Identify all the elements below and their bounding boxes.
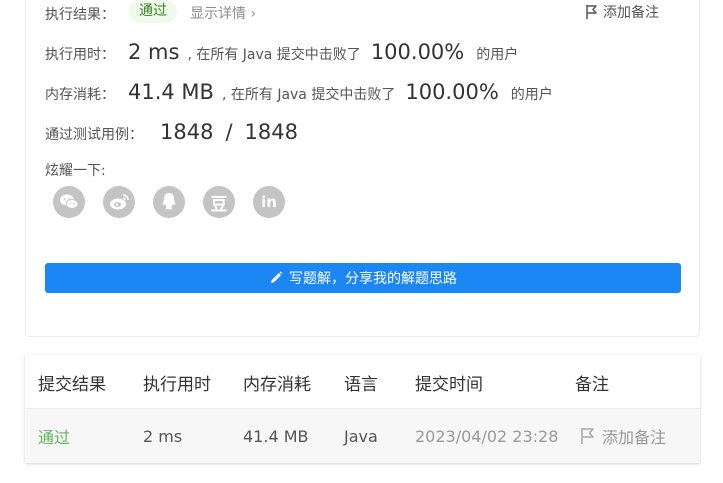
- wechat-icon[interactable]: [53, 186, 85, 218]
- runtime-row: 执行用时： 2 ms , 在所有 Java 提交中击败了 100.00% 的用户: [45, 40, 518, 64]
- memory-row: 内存消耗： 41.4 MB , 在所有 Java 提交中击败了 100.00% …: [45, 80, 553, 104]
- flag-icon: [581, 428, 594, 444]
- header-runtime: 执行用时: [143, 374, 211, 395]
- table-header: 提交结果 执行用时 内存消耗 语言 提交时间 备注: [25, 355, 700, 409]
- show-details-label: 显示详情: [190, 6, 246, 22]
- header-time: 提交时间: [415, 374, 483, 395]
- status-badge: 通过: [129, 0, 177, 23]
- testcases-total: 1848: [244, 120, 298, 144]
- row-add-note-button[interactable]: 添加备注: [580, 409, 666, 463]
- memory-label: 内存消耗：: [45, 87, 115, 103]
- share-buttons: 豆 in: [53, 186, 285, 218]
- memory-percent: 100.00%: [405, 80, 499, 104]
- header-memory: 内存消耗: [243, 374, 311, 395]
- submissions-table: 提交结果 执行用时 内存消耗 语言 提交时间 备注 通过 2 ms 41.4 M…: [25, 355, 700, 463]
- memory-suffix: 的用户: [510, 87, 553, 103]
- qq-icon[interactable]: [153, 186, 185, 218]
- memory-value: 41.4 MB: [128, 80, 214, 104]
- result-label: 执行结果：: [45, 7, 115, 23]
- pencil-icon: [271, 271, 283, 283]
- chevron-right-icon: ›: [250, 6, 257, 22]
- linkedin-icon[interactable]: in: [253, 186, 285, 218]
- douban-glyph: 豆: [210, 194, 228, 215]
- row-status-link[interactable]: 通过: [38, 409, 70, 463]
- write-solution-button[interactable]: 写题解，分享我的解题思路: [45, 263, 681, 293]
- douban-icon[interactable]: 豆: [203, 186, 235, 218]
- runtime-value: 2 ms: [128, 40, 180, 64]
- show-details-link[interactable]: 显示详情 ›: [190, 3, 256, 23]
- testcases-label: 通过测试用例：: [45, 127, 143, 143]
- table-row[interactable]: 通过 2 ms 41.4 MB Java 2023/04/02 23:28 添加…: [25, 409, 700, 463]
- share-label: 炫耀一下:: [45, 163, 106, 179]
- row-add-note-label: 添加备注: [602, 428, 667, 447]
- row-language: Java: [344, 426, 378, 446]
- header-status: 提交结果: [38, 374, 106, 395]
- runtime-beat-text: , 在所有 Java 提交中击败了: [187, 47, 361, 63]
- testcases-separator: /: [225, 120, 233, 144]
- linkedin-glyph: in: [261, 193, 277, 211]
- write-solution-label: 写题解，分享我的解题思路: [289, 271, 457, 287]
- header-notes: 备注: [575, 374, 609, 395]
- runtime-suffix: 的用户: [476, 47, 519, 63]
- flag-icon: [586, 5, 597, 19]
- testcases-passed: 1848: [160, 120, 214, 144]
- testcases-row: 通过测试用例： 1848 / 1848: [45, 120, 298, 144]
- memory-beat-text: , 在所有 Java 提交中击败了: [221, 87, 396, 103]
- add-note-button[interactable]: 添加备注: [585, 2, 659, 22]
- row-runtime: 2 ms: [143, 426, 183, 446]
- header-language: 语言: [344, 374, 378, 395]
- weibo-icon[interactable]: [103, 186, 135, 218]
- runtime-percent: 100.00%: [370, 40, 465, 64]
- row-memory: 41.4 MB: [243, 426, 309, 446]
- add-note-label: 添加备注: [603, 5, 659, 21]
- row-time: 2023/04/02 23:28: [415, 426, 559, 446]
- runtime-label: 执行用时：: [45, 47, 115, 63]
